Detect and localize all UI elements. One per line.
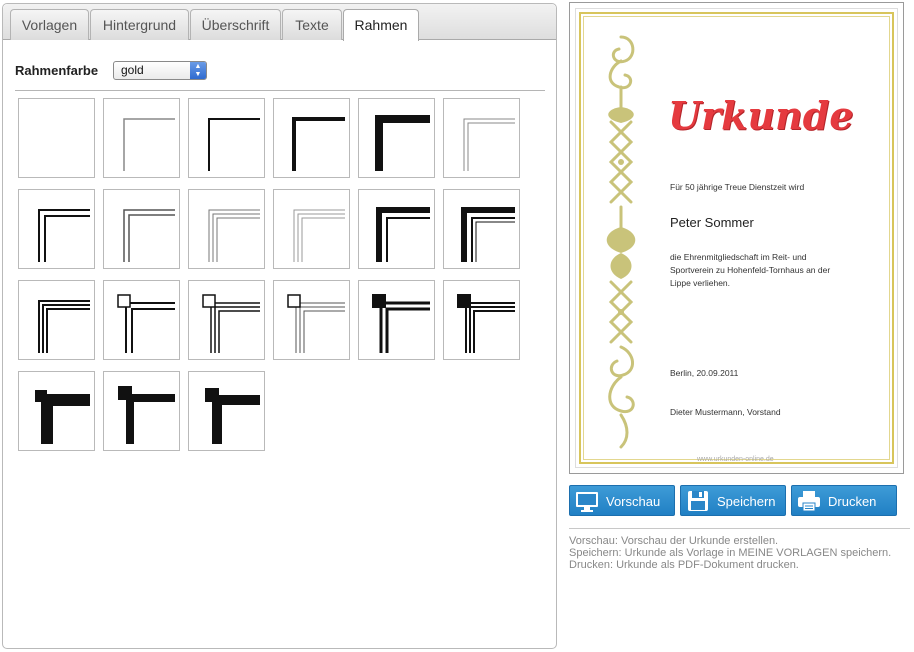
certificate-signer: Dieter Mustermann, Vorstand bbox=[670, 407, 781, 417]
help-divider bbox=[569, 528, 910, 529]
tab-bar: Vorlagen Hintergrund Überschrift Texte R… bbox=[3, 4, 556, 41]
frame-settings-panel: Vorlagen Hintergrund Überschrift Texte R… bbox=[2, 3, 557, 649]
certificate-paper: Urkunde Für 50 jährige Treue Dienstzeit … bbox=[575, 8, 898, 468]
preview-button[interactable]: Vorschau bbox=[569, 485, 675, 516]
frame-corner-icon bbox=[287, 294, 345, 353]
frame-style-tile-double-thick-black[interactable] bbox=[358, 189, 435, 269]
frame-style-tile-thin-gray[interactable] bbox=[103, 98, 180, 178]
frame-style-tile-heavy-corner[interactable] bbox=[18, 371, 95, 451]
help-text-preview: Vorschau: Vorschau der Urkunde erstellen… bbox=[569, 535, 779, 547]
divider bbox=[15, 90, 545, 91]
save-button-label: Speichern bbox=[717, 494, 776, 509]
preview-button-label: Vorschau bbox=[606, 494, 661, 509]
frame-style-tile-square-corner-double[interactable] bbox=[103, 280, 180, 360]
frame-corner-icon bbox=[461, 207, 515, 262]
frame-style-tile-double-gray[interactable] bbox=[103, 189, 180, 269]
certificate-body-line-3: Lippe verliehen. bbox=[670, 278, 731, 288]
floppy-disk-icon bbox=[688, 491, 708, 511]
certificate-title: Urkunde bbox=[668, 93, 854, 138]
frame-color-select[interactable]: gold ▲ ▼ bbox=[113, 61, 207, 80]
tab-hintergrund[interactable]: Hintergrund bbox=[90, 9, 189, 40]
certificate-body-line-2: Sportverein zu Hohenfeld-Tornhaus an der bbox=[670, 265, 831, 275]
frame-corner-icon bbox=[38, 209, 90, 262]
print-button-label: Drucken bbox=[828, 494, 877, 509]
frame-corner-icon bbox=[208, 118, 260, 171]
frame-corner-icon bbox=[19, 99, 94, 177]
frame-style-tile-thin-black[interactable] bbox=[188, 98, 265, 178]
frame-corner-icon bbox=[117, 294, 175, 353]
save-button[interactable]: Speichern bbox=[680, 485, 786, 516]
tab-ueberschrift[interactable]: Überschrift bbox=[190, 9, 281, 40]
frame-corner-icon bbox=[118, 386, 175, 444]
frame-style-tile-double-black[interactable] bbox=[18, 189, 95, 269]
frame-corner-icon bbox=[38, 300, 90, 353]
frame-corner-icon bbox=[202, 294, 260, 353]
frame-corner-icon bbox=[463, 118, 515, 171]
ornament-image bbox=[606, 35, 636, 449]
help-text-print: Drucken: Urkunde als PDF-Dokument drucke… bbox=[569, 559, 799, 571]
tab-vorlagen[interactable]: Vorlagen bbox=[10, 9, 89, 40]
frame-style-tile-square-corner-triple[interactable] bbox=[188, 280, 265, 360]
frame-style-tile-thick-double-black[interactable] bbox=[443, 189, 520, 269]
frame-corner-icon bbox=[123, 118, 175, 171]
frame-style-tile-block-corner-triple[interactable] bbox=[443, 280, 520, 360]
frame-corner-icon bbox=[293, 209, 345, 262]
certificate-intro: Für 50 jährige Treue Dienstzeit wird bbox=[670, 182, 805, 192]
frame-style-tile-thick-black[interactable] bbox=[358, 98, 435, 178]
frame-style-tile-double-thin-gray[interactable] bbox=[443, 98, 520, 178]
frame-style-tile-heavy-block-corner[interactable] bbox=[103, 371, 180, 451]
tab-rahmen[interactable]: Rahmen bbox=[343, 9, 419, 41]
select-arrows-icon: ▲ ▼ bbox=[190, 62, 206, 79]
frame-corner-icon bbox=[35, 390, 90, 444]
frame-color-label: Rahmenfarbe bbox=[15, 63, 99, 78]
frame-corner-icon bbox=[376, 207, 430, 262]
frame-corner-icon bbox=[208, 209, 260, 262]
frame-corner-icon bbox=[372, 294, 430, 353]
frame-corner-icon bbox=[457, 294, 515, 353]
certificate-recipient: Peter Sommer bbox=[670, 215, 754, 230]
frame-style-tile-block-corner-double[interactable] bbox=[358, 280, 435, 360]
certificate-footer-url: www.urkunden-online.de bbox=[697, 456, 774, 463]
frame-color-value: gold bbox=[121, 63, 144, 77]
tab-texte[interactable]: Texte bbox=[282, 9, 342, 40]
print-button[interactable]: Drucken bbox=[791, 485, 897, 516]
frame-style-tile-heavy-square-corner[interactable] bbox=[188, 371, 265, 451]
printer-icon bbox=[798, 491, 820, 512]
certificate-place-date: Berlin, 20.09.2011 bbox=[670, 368, 739, 378]
frame-style-tile-triple-light[interactable] bbox=[273, 189, 350, 269]
help-text-save: Speichern: Urkunde als Vorlage in MEINE … bbox=[569, 547, 892, 559]
frame-style-tile-square-corner-light[interactable] bbox=[273, 280, 350, 360]
certificate-preview: Urkunde Für 50 jährige Treue Dienstzeit … bbox=[569, 2, 904, 474]
certificate-body-line-1: die Ehrenmitgliedschaft im Reit- und bbox=[670, 252, 807, 262]
frame-corner-icon bbox=[375, 115, 430, 171]
frame-style-tile-none[interactable] bbox=[18, 98, 95, 178]
frame-corner-icon bbox=[292, 117, 345, 171]
frame-style-tile-triple-black[interactable] bbox=[18, 280, 95, 360]
frame-style-tile-triple-gray[interactable] bbox=[188, 189, 265, 269]
frame-corner-icon bbox=[205, 388, 260, 444]
frame-style-tile-medium-black[interactable] bbox=[273, 98, 350, 178]
frame-corner-icon bbox=[123, 209, 175, 262]
monitor-icon bbox=[576, 492, 598, 512]
